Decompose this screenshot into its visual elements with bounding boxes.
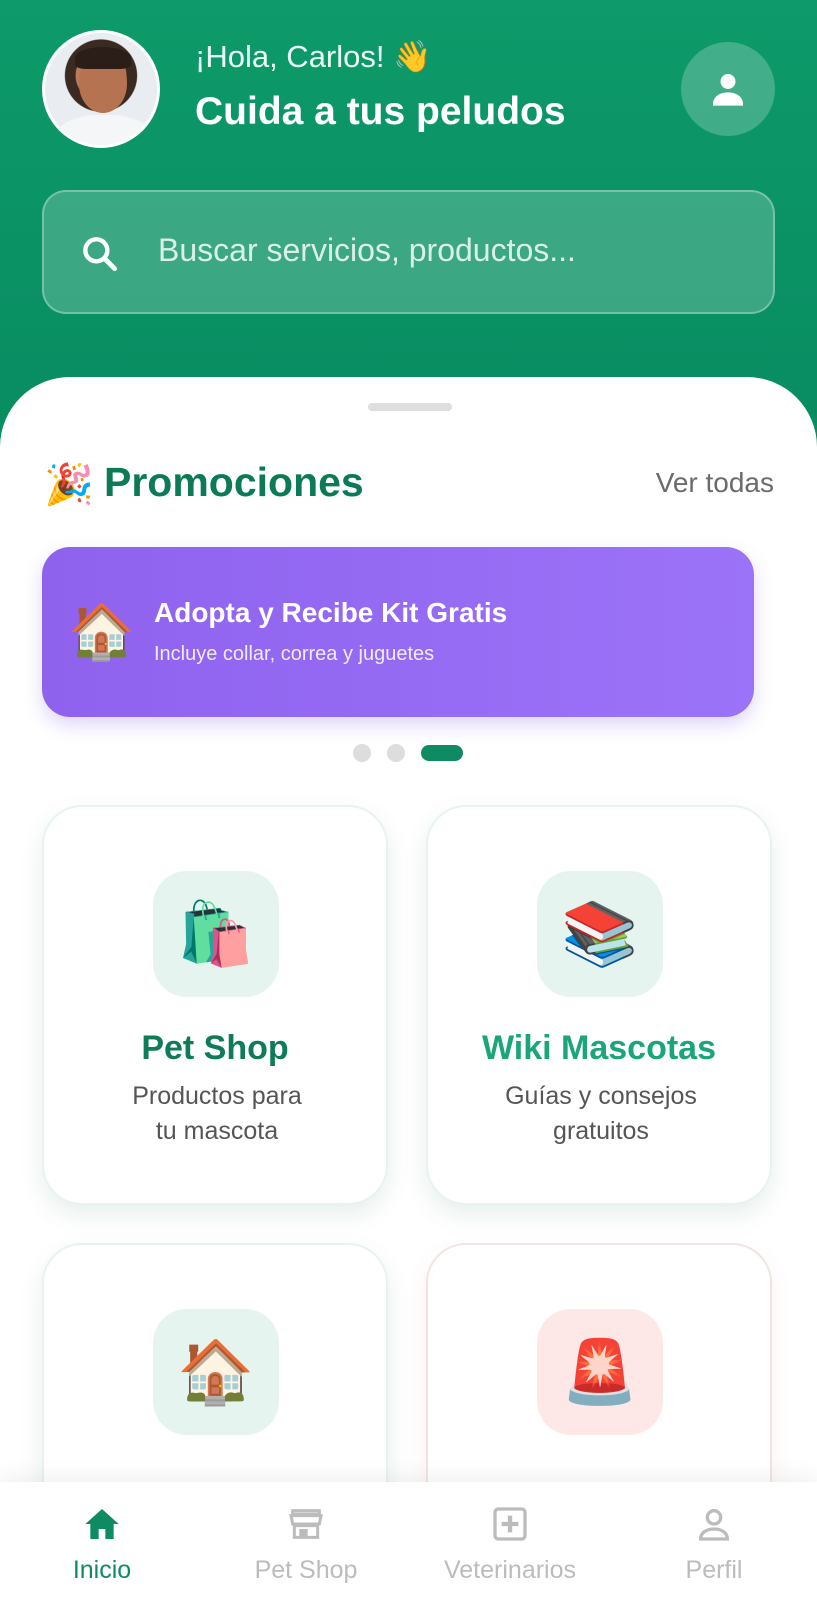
house-icon: 🏠 <box>68 602 136 662</box>
search-input[interactable]: Buscar servicios, productos... <box>158 232 576 269</box>
party-popper-icon: 🎉 <box>44 463 94 507</box>
carousel-dot[interactable] <box>387 744 405 762</box>
home-icon <box>85 1509 119 1539</box>
promotions-header: 🎉 Promociones Ver todas <box>44 455 774 515</box>
nav-item-perfil[interactable]: Perfil <box>612 1482 816 1600</box>
user-avatar[interactable] <box>42 30 160 148</box>
wave-emoji-icon: 👋 <box>393 39 432 74</box>
medical-plus-icon <box>493 1507 527 1541</box>
carousel-dot[interactable] <box>421 745 463 761</box>
profile-button[interactable] <box>681 42 775 136</box>
greeting: ¡Hola, Carlos! 👋 <box>195 38 432 75</box>
person-outline-icon <box>698 1509 730 1541</box>
avatar-hair <box>75 47 131 69</box>
nav-label: Pet Shop <box>254 1556 358 1584</box>
card-title: Wiki Mascotas <box>482 1029 716 1067</box>
house-icon: 🏠 <box>153 1309 279 1435</box>
nav-label: Veterinarios <box>443 1556 577 1584</box>
see-all-link[interactable]: Ver todas <box>656 467 774 499</box>
avatar-shirt <box>55 115 153 145</box>
nav-label: Inicio <box>72 1556 132 1584</box>
card-description: Productos para tu mascota <box>64 1079 370 1149</box>
nav-item-inicio[interactable]: Inicio <box>0 1482 204 1600</box>
bottom-navigation: Inicio Pet Shop Veterinarios Perfil <box>0 1482 817 1600</box>
greeting-text: ¡Hola, Carlos! <box>195 39 385 74</box>
carousel-indicator <box>353 740 473 762</box>
nav-label: Perfil <box>685 1556 743 1584</box>
promotions-title: Promociones <box>104 459 364 505</box>
service-card-pet-shop[interactable]: 🛍️ Pet Shop Productos para tu mascota <box>42 805 388 1205</box>
drag-handle[interactable] <box>368 403 452 411</box>
card-title: Pet Shop <box>141 1029 289 1067</box>
person-icon <box>713 74 743 106</box>
siren-icon: 🚨 <box>537 1309 663 1435</box>
nav-item-veterinarios[interactable]: Veterinarios <box>408 1482 612 1600</box>
card-description-line: gratuitos <box>553 1117 649 1145</box>
search-bar[interactable]: Buscar servicios, productos... <box>42 190 775 314</box>
nav-item-pet-shop[interactable]: Pet Shop <box>204 1482 408 1600</box>
carousel-dot[interactable] <box>353 744 371 762</box>
card-description-line: tu mascota <box>155 1117 279 1145</box>
content-sheet: 🎉 Promociones Ver todas 🏠 Adopta y Recib… <box>0 377 817 1600</box>
books-icon: 📚 <box>537 871 663 997</box>
search-icon <box>83 237 118 272</box>
card-description-line: Guías y consejos <box>505 1082 697 1110</box>
service-card-wiki[interactable]: 📚 Wiki Mascotas Guías y consejos gratuit… <box>426 805 772 1205</box>
header-title: Cuida a tus peludos <box>195 90 566 133</box>
promo-banner-subtitle: Incluye collar, correa y juguetes <box>154 643 435 665</box>
promo-banner[interactable]: 🏠 Adopta y Recibe Kit Gratis Incluye col… <box>42 547 754 717</box>
promo-banner-title: Adopta y Recibe Kit Gratis <box>154 597 508 628</box>
shopping-bags-icon: 🛍️ <box>153 871 279 997</box>
store-icon <box>289 1509 323 1539</box>
card-description-line: Productos para <box>132 1082 302 1110</box>
card-description: Guías y consejos gratuitos <box>448 1079 754 1149</box>
